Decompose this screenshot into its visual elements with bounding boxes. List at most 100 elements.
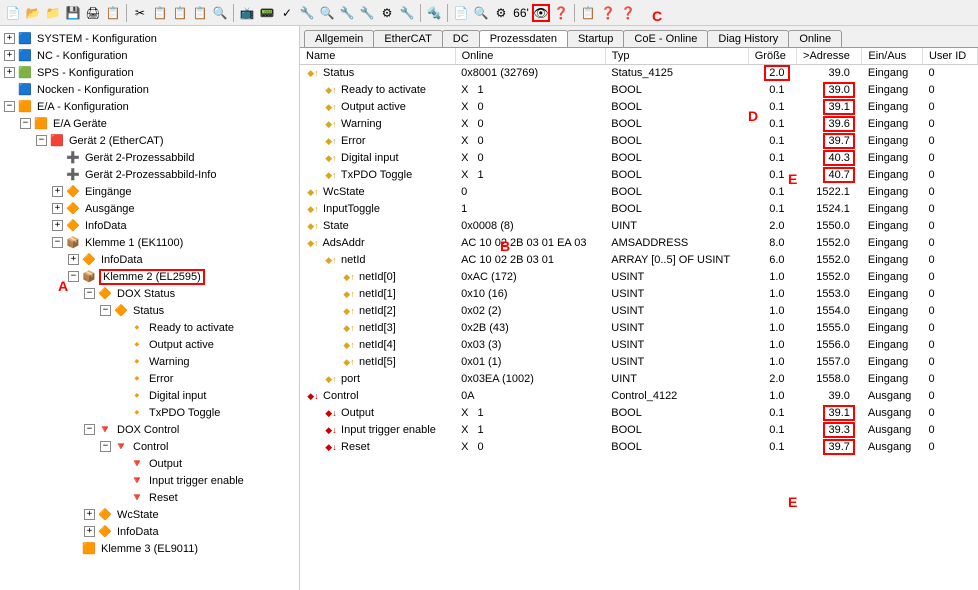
tab-allgemein[interactable]: Allgemein [304, 30, 374, 47]
expander-icon[interactable]: − [4, 101, 15, 112]
expander-icon[interactable]: + [4, 67, 15, 78]
column-header[interactable]: Größe [748, 48, 796, 65]
table-row[interactable]: ◆↑ netId[5]0x01 (1)USINT1.01557.0Eingang… [300, 354, 978, 371]
column-header[interactable]: Ein/Aus [862, 48, 923, 65]
column-header[interactable]: User ID [922, 48, 977, 65]
tree-item-24[interactable]: −🔻Control [0, 438, 299, 455]
process-data-table[interactable]: B D E E NameOnlineTypGröße>AdresseEin/Au… [300, 48, 978, 590]
toolbar-btn-2[interactable]: 📁 [44, 4, 62, 22]
table-row[interactable]: ◆↑ InputToggle1BOOL0.11524.1Eingang0 [300, 201, 978, 218]
expander-icon[interactable]: + [4, 50, 15, 61]
expander-icon[interactable]: − [36, 135, 47, 146]
table-row[interactable]: ◆↑ Digital inputX 0BOOL0.140.3Eingang0 [300, 150, 978, 167]
toolbar-btn-21[interactable]: 🔧 [398, 4, 416, 22]
table-row[interactable]: ◆↑ TxPDO ToggleX 1BOOL0.140.7Eingang0 [300, 167, 978, 184]
toolbar-btn-18[interactable]: 🔧 [338, 4, 356, 22]
tree-item-2[interactable]: +🟩SPS - Konfiguration [0, 64, 299, 81]
expander-icon[interactable]: − [84, 424, 95, 435]
expander-icon[interactable]: − [100, 305, 111, 316]
toolbar-btn-29[interactable]: 👁 [532, 4, 550, 22]
table-row[interactable]: ◆↓ Input trigger enableX 1BOOL0.139.3Aus… [300, 422, 978, 439]
toolbar-btn-15[interactable]: ✓ [278, 4, 296, 22]
column-header[interactable]: Name [300, 48, 455, 65]
table-row[interactable]: ◆↑ Output activeX 0BOOL0.139.1Eingang0 [300, 99, 978, 116]
tree-item-26[interactable]: 🔻Input trigger enable [0, 472, 299, 489]
expander-icon[interactable]: + [52, 203, 63, 214]
toolbar-btn-19[interactable]: 🔧 [358, 4, 376, 22]
tree-item-7[interactable]: ➕Gerät 2-Prozessabbild [0, 149, 299, 166]
toolbar-btn-25[interactable]: 📄 [452, 4, 470, 22]
toolbar-btn-20[interactable]: ⚙ [378, 4, 396, 22]
table-row[interactable]: ◆↑ AdsAddrAC 10 02 2B 03 01 EA 03AMSADDR… [300, 235, 978, 252]
tree-item-3[interactable]: 🟦Nocken - Konfiguration [0, 81, 299, 98]
expander-icon[interactable]: + [52, 220, 63, 231]
toolbar-btn-30[interactable]: ❓ [552, 4, 570, 22]
table-row[interactable]: ◆↑ netId[0]0xAC (172)USINT1.01552.0Einga… [300, 269, 978, 286]
table-row[interactable]: ◆↑ ErrorX 0BOOL0.139.7Eingang0 [300, 133, 978, 150]
table-row[interactable]: ◆↑ State0x0008 (8)UINT2.01550.0Eingang0 [300, 218, 978, 235]
column-header[interactable]: Typ [605, 48, 748, 65]
expander-icon[interactable]: − [68, 271, 79, 282]
table-row[interactable]: ◆↑ netId[3]0x2B (43)USINT1.01555.0Eingan… [300, 320, 978, 337]
table-row[interactable]: ◆↑ WarningX 0BOOL0.139.6Eingang0 [300, 116, 978, 133]
toolbar-btn-9[interactable]: 📋 [171, 4, 189, 22]
tree-item-8[interactable]: ➕Gerät 2-Prozessabbild-Info [0, 166, 299, 183]
tab-startup[interactable]: Startup [567, 30, 624, 47]
toolbar-btn-32[interactable]: 📋 [579, 4, 597, 22]
table-row[interactable]: ◆↓ ResetX 0BOOL0.139.7Ausgang0 [300, 439, 978, 456]
tree-item-5[interactable]: −🟧E/A Geräte [0, 115, 299, 132]
tab-online[interactable]: Online [788, 30, 842, 47]
tree-item-15[interactable]: −🔶DOX Status [0, 285, 299, 302]
table-row[interactable]: ◆↓ Control0AControl_41221.039.0Ausgang0 [300, 388, 978, 405]
tree-item-10[interactable]: +🔶Ausgänge [0, 200, 299, 217]
table-row[interactable]: ◆↑ Ready to activateX 1BOOL0.139.0Eingan… [300, 82, 978, 99]
tree-item-11[interactable]: +🔶InfoData [0, 217, 299, 234]
tree-item-29[interactable]: +🔶InfoData [0, 523, 299, 540]
tree-item-12[interactable]: −📦Klemme 1 (EK1100) [0, 234, 299, 251]
expander-icon[interactable]: + [84, 526, 95, 537]
toolbar-btn-4[interactable]: 🖨 [84, 4, 102, 22]
toolbar-btn-7[interactable]: ✂ [131, 4, 149, 22]
expander-icon[interactable]: − [20, 118, 31, 129]
tree-item-22[interactable]: 🔸TxPDO Toggle [0, 404, 299, 421]
config-tree[interactable]: A +🟦SYSTEM - Konfiguration+🟦NC - Konfigu… [0, 26, 300, 590]
toolbar-btn-3[interactable]: 💾 [64, 4, 82, 22]
tree-item-9[interactable]: +🔶Eingänge [0, 183, 299, 200]
tree-item-28[interactable]: +🔶WcState [0, 506, 299, 523]
tree-item-4[interactable]: −🟧E/A - Konfiguration [0, 98, 299, 115]
tab-dc[interactable]: DC [442, 30, 480, 47]
tree-item-25[interactable]: 🔻Output [0, 455, 299, 472]
toolbar-btn-5[interactable]: 📋 [104, 4, 122, 22]
tree-item-19[interactable]: 🔸Warning [0, 353, 299, 370]
toolbar-btn-23[interactable]: 🔩 [425, 4, 443, 22]
expander-icon[interactable]: − [52, 237, 63, 248]
tree-item-21[interactable]: 🔸Digital input [0, 387, 299, 404]
table-row[interactable]: ◆↑ WcState0BOOL0.11522.1Eingang0 [300, 184, 978, 201]
toolbar-btn-28[interactable]: 66' [512, 4, 530, 22]
table-row[interactable]: ◆↑ netId[1]0x10 (16)USINT1.01553.0Eingan… [300, 286, 978, 303]
toolbar-btn-14[interactable]: 📟 [258, 4, 276, 22]
table-row[interactable]: ◆↑ Status0x8001 (32769)Status_41252.039.… [300, 65, 978, 82]
tab-ethercat[interactable]: EtherCAT [373, 30, 442, 47]
toolbar-btn-11[interactable]: 🔍 [211, 4, 229, 22]
expander-icon[interactable]: − [100, 441, 111, 452]
toolbar-btn-13[interactable]: 📺 [238, 4, 256, 22]
tree-item-17[interactable]: 🔸Ready to activate [0, 319, 299, 336]
expander-icon[interactable]: + [84, 509, 95, 520]
tab-diag-history[interactable]: Diag History [707, 30, 789, 47]
expander-icon[interactable]: − [84, 288, 95, 299]
tree-item-13[interactable]: +🔶InfoData [0, 251, 299, 268]
table-row[interactable]: ◆↑ port0x03EA (1002)UINT2.01558.0Eingang… [300, 371, 978, 388]
table-row[interactable]: ◆↑ netId[4]0x03 (3)USINT1.01556.0Eingang… [300, 337, 978, 354]
column-header[interactable]: Online [455, 48, 605, 65]
tree-item-1[interactable]: +🟦NC - Konfiguration [0, 47, 299, 64]
tab-prozessdaten[interactable]: Prozessdaten [479, 30, 568, 47]
toolbar-btn-17[interactable]: 🔍 [318, 4, 336, 22]
toolbar-btn-27[interactable]: ⚙ [492, 4, 510, 22]
table-row[interactable]: ◆↓ OutputX 1BOOL0.139.1Ausgang0 [300, 405, 978, 422]
tree-item-18[interactable]: 🔸Output active [0, 336, 299, 353]
toolbar-btn-16[interactable]: 🔧 [298, 4, 316, 22]
tab-coe-online[interactable]: CoE - Online [623, 30, 708, 47]
tree-item-30[interactable]: 🟧Klemme 3 (EL9011) [0, 540, 299, 557]
toolbar-btn-1[interactable]: 📂 [24, 4, 42, 22]
